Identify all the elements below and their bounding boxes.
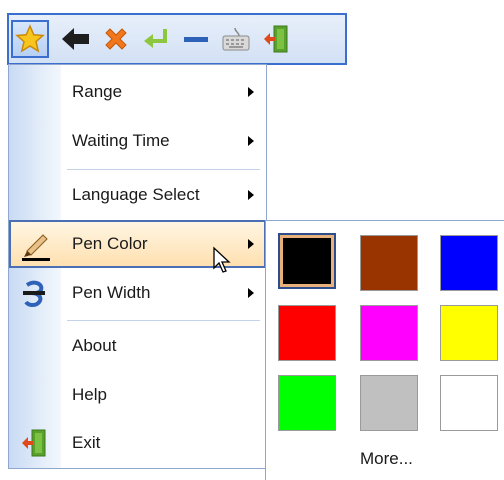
more-colors-button[interactable]: More... xyxy=(360,449,413,469)
menu-item-waiting-time[interactable]: Waiting Time xyxy=(9,117,266,165)
color-swatch-magenta[interactable] xyxy=(360,305,418,361)
menu-item-label: Pen Width xyxy=(72,283,151,302)
color-swatch-green[interactable] xyxy=(278,375,336,431)
mouse-cursor-icon xyxy=(213,246,231,273)
pen-color-submenu: More... xyxy=(265,220,504,480)
color-swatch-white[interactable] xyxy=(440,375,498,431)
favorites-button[interactable] xyxy=(11,20,49,58)
menu-item-exit[interactable]: Exit xyxy=(9,419,266,467)
menu-item-label: Exit xyxy=(72,433,101,452)
menu-item-label: About xyxy=(72,336,117,355)
enter-button[interactable] xyxy=(137,20,175,58)
menu-item-language-select[interactable]: Language Select xyxy=(9,171,266,219)
submenu-arrow-icon xyxy=(248,190,254,200)
app-stage: Range Waiting Time Language Select Pen C… xyxy=(0,0,504,480)
star-icon xyxy=(15,24,45,53)
menu-item-label: Help xyxy=(72,385,107,404)
color-swatch-gray[interactable] xyxy=(360,375,418,431)
menu-item-pen-width[interactable]: Pen Width xyxy=(9,269,266,317)
menu-item-label: Range xyxy=(72,82,123,101)
menu-item-range[interactable]: Range xyxy=(9,68,266,116)
keyboard-button[interactable] xyxy=(217,20,255,58)
submenu-arrow-icon xyxy=(248,288,254,298)
submenu-arrow-icon xyxy=(248,239,254,249)
keyboard-icon xyxy=(222,27,250,51)
back-arrow-icon xyxy=(62,28,89,50)
back-button[interactable] xyxy=(57,20,95,58)
color-swatch-yellow[interactable] xyxy=(440,305,498,361)
submenu-arrow-icon xyxy=(248,87,254,97)
exit-toolbar-button[interactable] xyxy=(257,20,295,58)
minimize-button[interactable] xyxy=(177,20,215,58)
menu-item-label: Language Select xyxy=(72,185,200,204)
exit-door-icon xyxy=(22,429,46,457)
close-x-icon xyxy=(105,28,127,50)
menu-item-help[interactable]: Help xyxy=(9,371,266,419)
color-swatch-red[interactable] xyxy=(278,305,336,361)
menu-separator xyxy=(67,169,260,170)
pen-icon xyxy=(22,234,50,261)
menu-item-label: Waiting Time xyxy=(72,131,170,150)
color-swatch-black[interactable] xyxy=(278,233,336,289)
toolbar xyxy=(7,13,347,65)
menu-item-label: Pen Color xyxy=(72,234,148,253)
enter-return-icon xyxy=(144,29,167,48)
menu-item-about[interactable]: About xyxy=(9,322,266,370)
submenu-arrow-icon xyxy=(248,136,254,146)
close-button[interactable] xyxy=(97,20,135,58)
color-swatch-blue[interactable] xyxy=(440,235,498,291)
color-swatch-brown[interactable] xyxy=(360,235,418,291)
pen-width-icon xyxy=(23,280,45,308)
exit-door-icon xyxy=(264,25,288,53)
menu-separator xyxy=(67,320,260,321)
minimize-dash-icon xyxy=(184,37,208,42)
